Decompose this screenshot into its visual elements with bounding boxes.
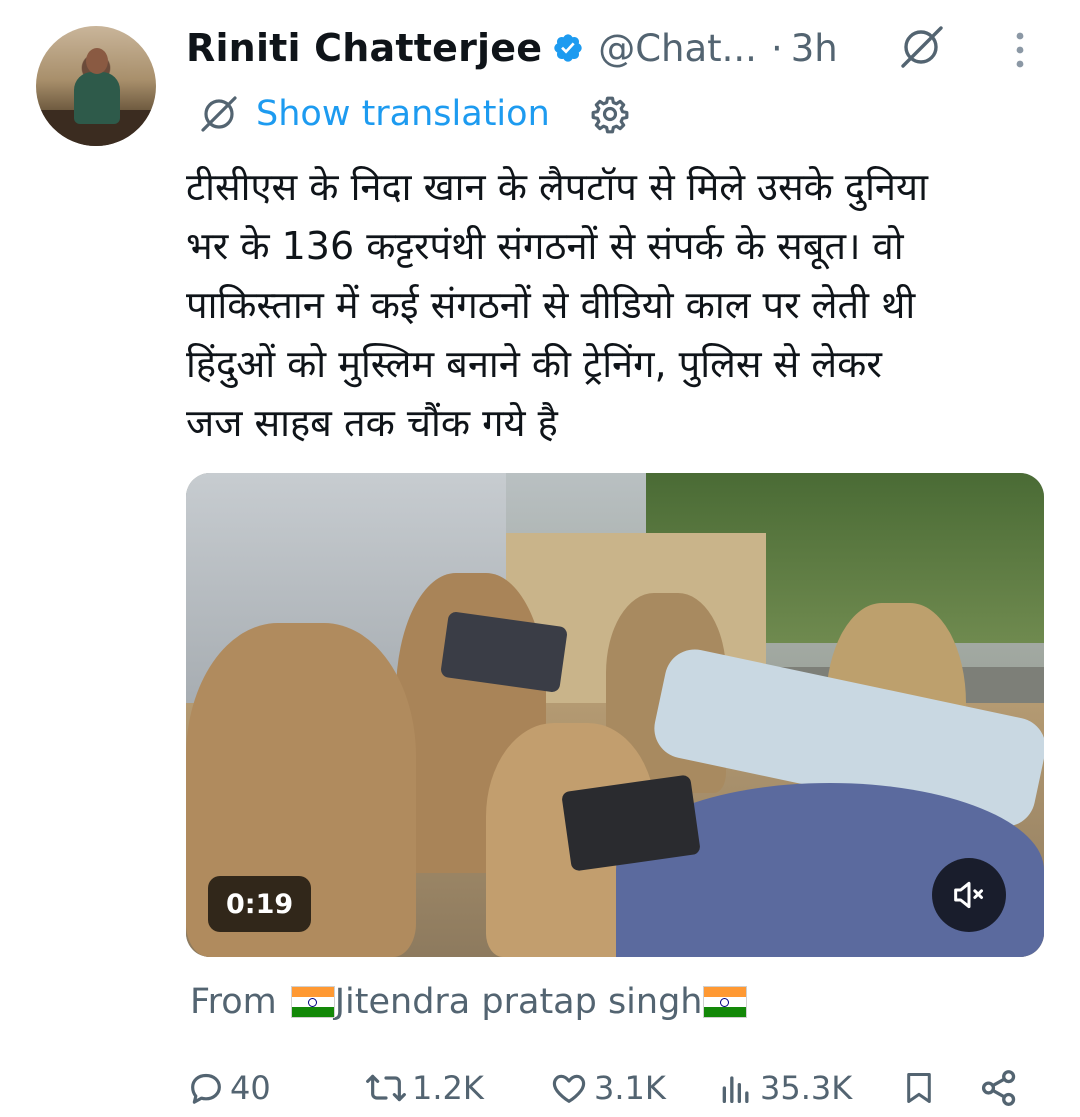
bookmark-icon <box>907 1073 931 1103</box>
share-icon <box>981 1070 1016 1106</box>
avatar[interactable] <box>36 26 156 146</box>
views-count: 35.3K <box>760 1069 853 1107</box>
tweet-text-line: जज साहब तक चौंक गये है <box>186 401 558 445</box>
mute-icon <box>954 881 983 909</box>
tweet-text: टीसीएस के निदा खान के लैपटॉप से मिले उसक… <box>186 158 1046 453</box>
from-prefix: From <box>190 982 277 1022</box>
avatar-face <box>86 48 108 74</box>
india-flag-icon <box>290 986 335 1018</box>
separator-dot: · <box>770 26 783 70</box>
reply-count: 40 <box>230 1069 271 1107</box>
globe-slash-icon[interactable] <box>897 24 947 70</box>
like-count: 3.1K <box>594 1069 666 1107</box>
tweet-header: Riniti Chatterjee @Chat... · 3h <box>186 20 838 76</box>
more-vertical-icon[interactable] <box>1014 30 1026 70</box>
tweet-text-line: पाकिस्तान में कई संगठनों से वीडियो काल प… <box>186 283 916 327</box>
views-icon <box>722 1076 749 1103</box>
globe-slash-icon <box>201 96 237 132</box>
repost-button[interactable]: 1.2K <box>364 1062 484 1114</box>
author-handle[interactable]: @Chat... <box>598 27 757 70</box>
verified-badge-icon <box>554 34 582 62</box>
tweet-time[interactable]: 3h <box>791 27 838 70</box>
reply-button[interactable]: 40 <box>186 1062 271 1114</box>
india-flag-icon <box>702 986 747 1018</box>
tweet-text-line: टीसीएस के निदा खान के लैपटॉप से मिले उसक… <box>186 165 928 209</box>
repost-icon <box>366 1074 406 1102</box>
translation-row: Show translation <box>200 90 630 138</box>
video-duration-badge: 0:19 <box>208 876 312 932</box>
share-button[interactable] <box>978 1062 1020 1114</box>
reply-icon <box>191 1073 221 1104</box>
action-bar: 40 1.2K 3.1K 35.3K <box>186 1062 1036 1114</box>
author-name[interactable]: Riniti Chatterjee <box>186 26 542 70</box>
repost-count: 1.2K <box>412 1069 484 1107</box>
tweet-text-line: हिंदुओं को मुस्लिम बनाने की ट्रेनिंग, पु… <box>186 342 882 386</box>
show-translation-link[interactable]: Show translation <box>256 94 550 134</box>
bookmark-button[interactable] <box>900 1062 938 1114</box>
avatar-figure <box>74 72 120 124</box>
mute-button[interactable] <box>932 858 1006 932</box>
from-line: From Jitendra pratap singh <box>190 982 747 1022</box>
gear-icon[interactable] <box>590 94 630 134</box>
tweet-text-line: भर के 136 कट्टरपंथी संगठनों से संपर्क के… <box>186 224 904 268</box>
from-source-name[interactable]: Jitendra pratap singh <box>335 982 703 1022</box>
video-player[interactable]: 0:19 <box>186 473 1044 957</box>
like-button[interactable]: 3.1K <box>548 1062 666 1114</box>
views-button[interactable]: 35.3K <box>716 1062 852 1114</box>
like-icon <box>552 1074 586 1103</box>
